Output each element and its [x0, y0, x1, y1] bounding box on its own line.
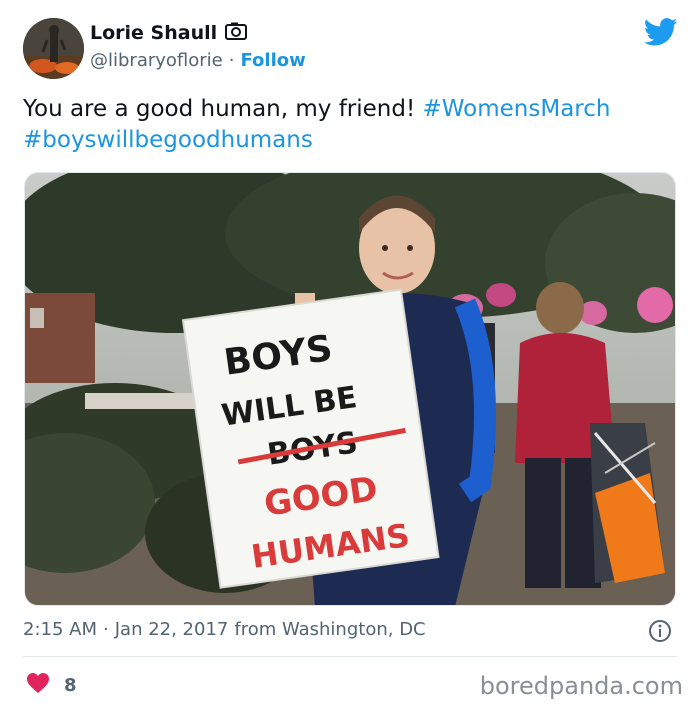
- info-icon[interactable]: [648, 619, 672, 643]
- tweet-meta: 2:15 AM · Jan 22, 2017 from Washington, …: [23, 619, 426, 640]
- tweet-text: You are a good human, my friend! #Womens…: [23, 94, 683, 156]
- author-name-row: Lorie Shaull: [90, 22, 248, 44]
- tweet-time[interactable]: 2:15 AM: [23, 619, 97, 640]
- heart-icon: [26, 672, 50, 698]
- separator-dot: ·: [103, 619, 109, 640]
- like-count: 8: [64, 674, 77, 696]
- hashtag-womensmarch[interactable]: #WomensMarch: [423, 96, 611, 122]
- watermark: boredpanda.com: [479, 672, 683, 700]
- twitter-bird-icon[interactable]: [643, 18, 678, 46]
- separator-dot: ·: [228, 50, 235, 71]
- hashtag-boyswillbegoodhumans[interactable]: #boyswillbegoodhumans: [23, 127, 313, 153]
- author-handle[interactable]: @libraryoflorie: [90, 50, 223, 71]
- author-name[interactable]: Lorie Shaull: [90, 22, 217, 44]
- divider: [23, 656, 677, 657]
- author-handle-row: @libraryoflorie · Follow: [90, 50, 306, 71]
- camera-icon: [225, 22, 248, 44]
- tweet-photo[interactable]: BOYS WILL BE BOYS GOOD HUMANS: [24, 172, 676, 606]
- follow-button[interactable]: Follow: [240, 50, 305, 71]
- tweet-location: from Washington, DC: [234, 619, 426, 640]
- tweet-date[interactable]: Jan 22, 2017: [115, 619, 229, 640]
- like-button[interactable]: 8: [26, 672, 77, 698]
- tweet-body: You are a good human, my friend!: [23, 96, 423, 122]
- avatar[interactable]: [23, 18, 84, 79]
